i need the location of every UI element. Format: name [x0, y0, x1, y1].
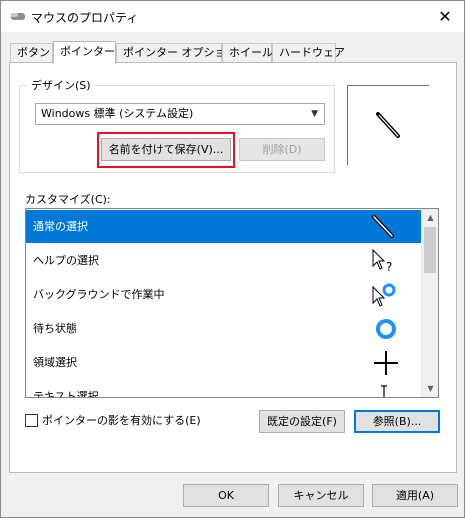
scheme-dropdown[interactable]: Windows 標準 (システム設定) ▼ [35, 103, 325, 125]
list-item-label: 待ち状態 [33, 322, 77, 335]
pointer-shadow-checkbox[interactable] [25, 413, 38, 427]
list-item-label: テキスト選択 [33, 390, 99, 398]
close-button[interactable]: ✕ [434, 6, 456, 26]
ok-button[interactable]: OK [183, 484, 269, 507]
pen-cursor-icon [372, 215, 394, 238]
design-group-label: デザイン(S) [27, 77, 95, 93]
help-cursor-icon: ? [372, 248, 392, 274]
chevron-down-icon: ▼ [311, 109, 318, 119]
title-bar: マウスのプロパティ ✕ [1, 1, 464, 32]
scroll-up-icon[interactable]: ▲ [422, 209, 438, 226]
list-item-label: バックグラウンドで作業中 [33, 288, 165, 301]
list-item-label: 通常の選択 [33, 220, 88, 233]
use-default-button[interactable]: 既定の設定(F) [259, 410, 345, 433]
list-item-label: 領域選択 [33, 356, 77, 369]
tab-wheel[interactable]: ホイール [222, 43, 273, 63]
precision-cross-cursor-icon [374, 351, 398, 375]
tab-pointers[interactable]: ポインター [53, 41, 116, 64]
working-in-background-cursor-icon [372, 283, 396, 307]
window-title: マウスのプロパティ [31, 11, 139, 25]
delete-button[interactable]: 削除(D) [239, 138, 325, 161]
customize-label: カスタマイズ(C): [25, 193, 111, 206]
list-item-normal-select[interactable]: 通常の選択 [26, 210, 422, 243]
mouse-icon [11, 13, 25, 20]
list-item-label: ヘルプの選択 [33, 254, 99, 267]
tab-hardware[interactable]: ハードウェア [272, 43, 345, 63]
cursor-preview [347, 85, 429, 165]
cursor-list[interactable]: 通常の選択 ヘルプの選択 ? バックグラウンドで作業中 待ち状態 領域選択 テキ… [25, 208, 439, 398]
list-item-working-in-background[interactable]: バックグラウンドで作業中 [26, 278, 422, 311]
scheme-dropdown-value: Windows 標準 (システム設定) [41, 107, 194, 120]
apply-button[interactable]: 適用(A) [372, 484, 458, 507]
svg-text:?: ? [386, 260, 392, 274]
scroll-down-icon[interactable]: ▼ [422, 380, 438, 397]
tab-pointer-options[interactable]: ポインター オプション [116, 43, 237, 63]
pointer-shadow-label: ポインターの影を有効にする(E) [42, 414, 201, 427]
list-item-help-select[interactable]: ヘルプの選択 ? [26, 244, 422, 277]
highlight-annotation [97, 132, 235, 168]
close-icon: ✕ [438, 6, 452, 26]
list-item-busy[interactable]: 待ち状態 [26, 312, 422, 345]
list-item-text-select[interactable]: テキスト選択 [26, 380, 422, 398]
mouse-properties-window: マウスのプロパティ ✕ ボタン ポインター ポインター オプション ホイール ハ… [0, 0, 465, 518]
list-item-precision-select[interactable]: 領域選択 [26, 346, 422, 379]
busy-cursor-icon [376, 319, 396, 339]
tab-buttons[interactable]: ボタン [10, 43, 53, 63]
text-beam-cursor-icon [381, 385, 387, 397]
shadow-checkbox-row: ポインターの影を有効にする(E) [25, 412, 201, 428]
browse-button[interactable]: 参照(B)... [354, 410, 440, 433]
scrollbar-thumb[interactable] [424, 227, 436, 273]
pen-cursor-preview-icon [376, 112, 400, 138]
cancel-button[interactable]: キャンセル [278, 484, 364, 507]
vertical-scrollbar[interactable]: ▲ ▼ [421, 209, 438, 397]
